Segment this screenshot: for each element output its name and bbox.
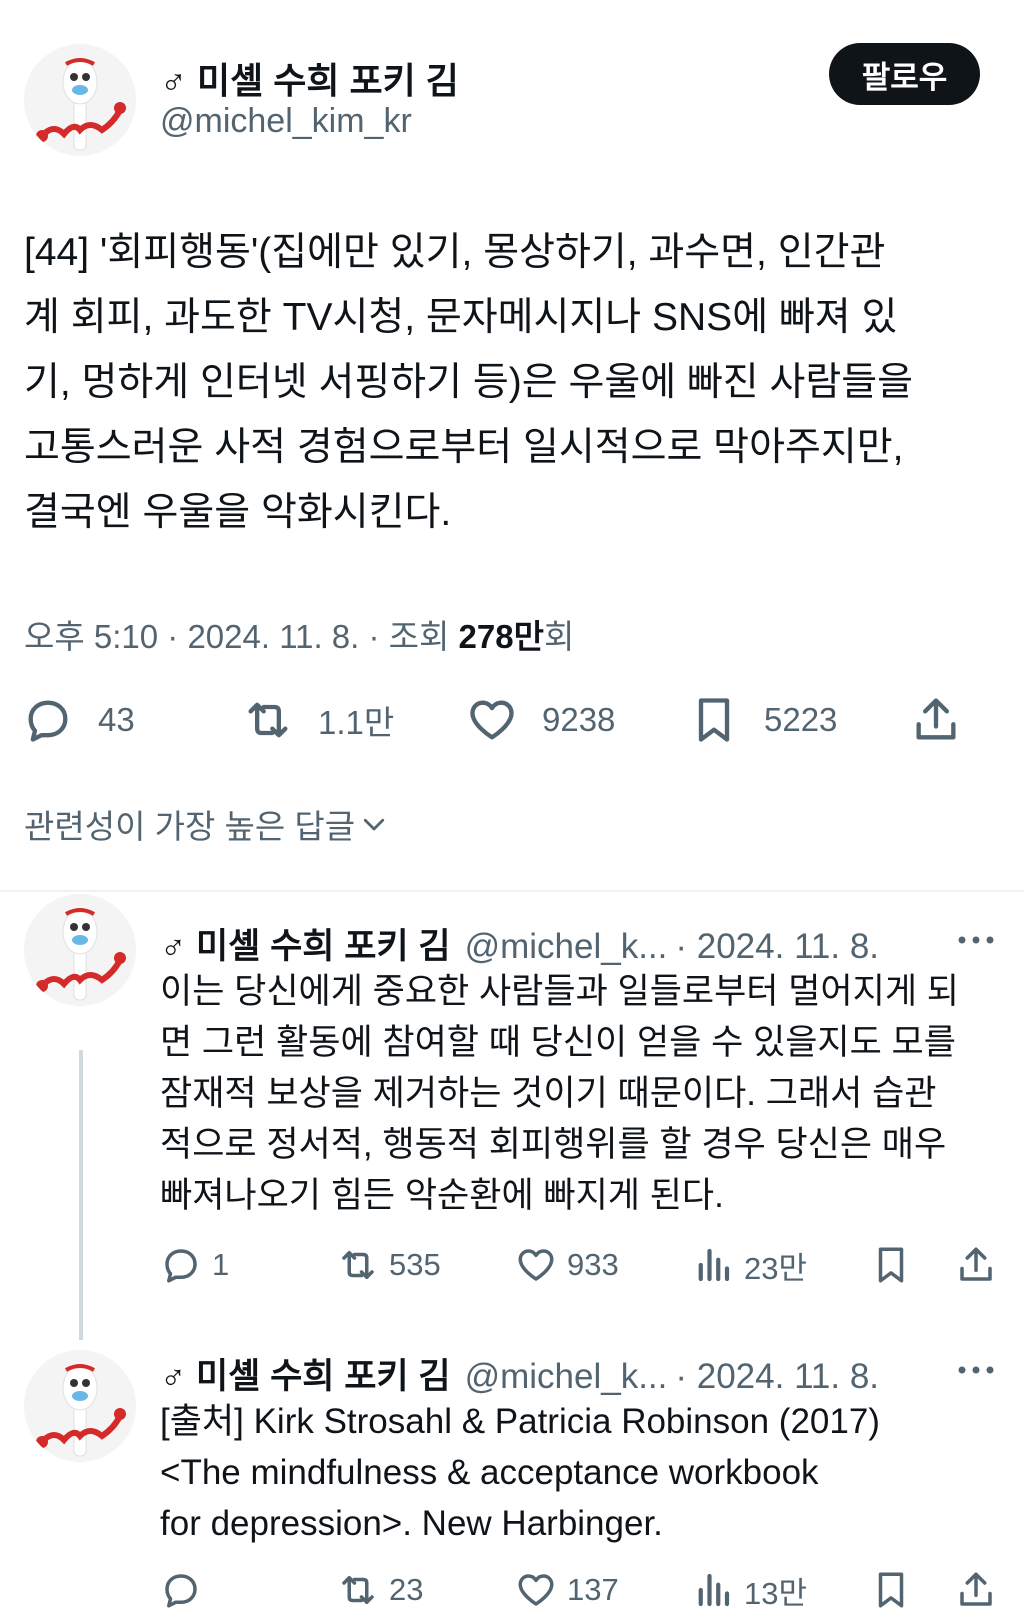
view-count: 278만 <box>458 618 544 655</box>
like-button[interactable]: 137 <box>515 1565 619 1615</box>
heart-icon <box>518 1574 554 1606</box>
repost-icon <box>342 1576 374 1604</box>
divider <box>0 890 1024 892</box>
share-button[interactable] <box>910 690 962 750</box>
reply-avatar[interactable] <box>24 894 136 1006</box>
repost-count: 23 <box>389 1572 424 1607</box>
repost-button[interactable]: 23 <box>337 1565 423 1615</box>
reply-header: ♂ 미셸 수희 포키 김 @michel_k... · 2024. 11. 8. <box>160 1348 879 1399</box>
reply-date[interactable]: · 2024. 11. 8. <box>675 927 879 967</box>
bookmark-icon <box>878 1247 904 1283</box>
reply-display-name[interactable]: ♂ 미셸 수희 포키 김 <box>160 1348 451 1399</box>
forky-avatar-image <box>24 1350 136 1462</box>
bookmark-button[interactable] <box>870 1565 912 1615</box>
share-icon <box>916 698 956 740</box>
more-options-icon[interactable] <box>956 1364 996 1376</box>
reply-action-bar: 1 535 933 23만 <box>0 1240 1024 1290</box>
tweet-timestamp[interactable]: 오후 5:10 · 2024. 11. 8. · 조회 <box>24 618 459 655</box>
repost-count: 1.1만 <box>318 704 395 741</box>
reply-header: ♂ 미셸 수희 포키 김 @michel_k... · 2024. 11. 8. <box>160 918 879 969</box>
bookmark-icon <box>698 698 730 742</box>
tweet-meta: 오후 5:10 · 2024. 11. 8. · 조회 278만회 <box>24 610 574 658</box>
reply-text: [출처] Kirk Strosahl & Patricia Robinson (… <box>160 1402 880 1543</box>
views-button[interactable]: 23만 <box>692 1240 807 1290</box>
repost-icon <box>342 1251 374 1279</box>
analytics-icon <box>698 1573 730 1607</box>
like-button[interactable]: 933 <box>515 1240 619 1290</box>
replies-sort-label: 관련성이 가장 높은 답글 <box>24 808 356 845</box>
reply-count: 43 <box>98 701 135 738</box>
bookmark-icon <box>878 1572 904 1608</box>
replies-sort-dropdown[interactable]: 관련성이 가장 높은 답글 <box>24 800 389 848</box>
repost-button[interactable]: 535 <box>337 1240 441 1290</box>
like-button[interactable]: 9238 <box>466 690 615 750</box>
thread-connector-line <box>79 1050 83 1340</box>
view-count: 13만 <box>744 1575 808 1611</box>
reply-action-bar: 23 137 13만 <box>0 1565 1024 1615</box>
reply-handle[interactable]: @michel_k... <box>465 1357 668 1397</box>
reply-icon <box>165 1249 197 1283</box>
reply-button[interactable]: 43 <box>22 690 135 750</box>
reply-icon <box>165 1574 197 1608</box>
reply-icon <box>28 700 68 742</box>
bookmark-button[interactable] <box>870 1240 912 1290</box>
reply-text: 이는 당신에게 중요한 사람들과 일들로부터 멀어지게 되 면 그런 활동에 참… <box>160 972 959 1215</box>
reply-button[interactable] <box>160 1565 212 1615</box>
repost-button[interactable]: 1.1만 <box>242 690 394 750</box>
share-icon <box>960 1572 992 1606</box>
tweet-action-bar: 43 1.1만 9238 5223 <box>0 690 1024 750</box>
avatar[interactable] <box>24 44 136 156</box>
view-count-suffix: 회 <box>543 618 575 655</box>
display-name[interactable]: ♂ 미셸 수희 포키 김 <box>160 52 459 104</box>
follow-button[interactable]: 팔로우 <box>829 43 980 105</box>
tweet-text: [44] '회피행동'(집에만 있기, 몽상하기, 과수면, 인간관 계 회피,… <box>24 231 914 534</box>
user-handle[interactable]: @michel_kim_kr <box>160 102 412 141</box>
reply-button[interactable]: 1 <box>160 1240 229 1290</box>
analytics-icon <box>698 1248 730 1282</box>
like-count: 137 <box>567 1572 619 1607</box>
forky-avatar-image <box>24 44 136 156</box>
share-button[interactable] <box>955 1565 997 1615</box>
reply-display-name[interactable]: ♂ 미셸 수희 포키 김 <box>160 918 451 969</box>
more-options-icon[interactable] <box>956 934 996 946</box>
views-button[interactable]: 13만 <box>692 1565 807 1615</box>
like-count: 933 <box>567 1247 619 1282</box>
forky-avatar-image <box>24 894 136 1006</box>
heart-icon <box>518 1249 554 1281</box>
view-count: 23만 <box>744 1250 808 1286</box>
reply-count: 1 <box>212 1247 230 1282</box>
share-button[interactable] <box>955 1240 997 1290</box>
repost-icon <box>248 702 288 738</box>
heart-icon <box>470 700 514 740</box>
bookmark-button[interactable]: 5223 <box>688 690 837 750</box>
bookmark-count: 5223 <box>764 701 838 738</box>
reply-handle[interactable]: @michel_k... <box>465 927 668 967</box>
share-icon <box>960 1247 992 1281</box>
reply-avatar[interactable] <box>24 1350 136 1462</box>
repost-count: 535 <box>389 1247 441 1282</box>
chevron-down-icon <box>363 818 385 831</box>
reply-date[interactable]: · 2024. 11. 8. <box>675 1357 879 1397</box>
like-count: 9238 <box>542 701 616 738</box>
